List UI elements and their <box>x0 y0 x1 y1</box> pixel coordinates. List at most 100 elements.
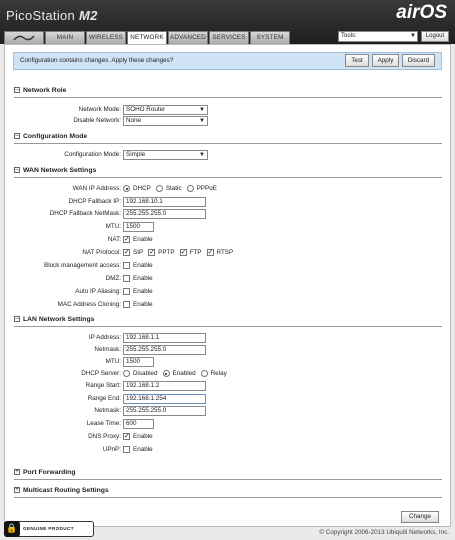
lan-netmask-input[interactable]: 255.255.255.0 <box>123 344 206 355</box>
lan-ip-input[interactable]: 192.168.1.1 <box>123 332 206 343</box>
nat-rtsp-checkbox[interactable] <box>206 248 214 256</box>
expand-icon: + <box>14 469 20 476</box>
dhcp-disabled-radio[interactable] <box>123 370 130 377</box>
notice-text: Configuration contains changes. Apply th… <box>20 57 174 64</box>
dns-proxy-checkbox[interactable] <box>123 432 130 440</box>
apply-button[interactable]: Apply <box>372 54 399 67</box>
collapse-icon: – <box>14 87 20 94</box>
chevron-down-icon: ▼ <box>199 106 205 113</box>
tab-ubnt-logo[interactable] <box>4 31 44 44</box>
wan-static-radio[interactable] <box>155 185 163 192</box>
block-management-label: Block management access: <box>44 262 121 269</box>
collapse-icon: – <box>14 316 20 323</box>
dhcp-fallback-ip-label: DHCP Fallback IP: <box>68 198 121 205</box>
divider <box>14 479 442 480</box>
logout-button[interactable]: Logout <box>421 31 449 42</box>
section-wan-network-settings[interactable]: – WAN Network Settings <box>14 167 96 174</box>
disable-network-select[interactable]: None ▼ <box>123 115 208 126</box>
nat-sip-checkbox[interactable] <box>123 248 130 256</box>
upnp-label: UPnP: <box>102 446 121 453</box>
lease-time-label: Lease Time: <box>86 420 121 427</box>
range-start-input[interactable]: 192.168.1.2 <box>123 380 206 391</box>
dhcp-netmask-input[interactable]: 255.255.255.0 <box>123 405 206 416</box>
lan-mtu-label: MTU: <box>105 358 121 365</box>
nat-protocol-label: NAT Protocol: <box>82 249 121 256</box>
model-label: M2 <box>78 8 98 23</box>
genuine-product-text: GENUINE PRODUCT <box>23 526 74 531</box>
change-button[interactable]: Change <box>401 511 439 523</box>
ubnt-logo-icon <box>13 35 35 41</box>
wan-mtu-label: MTU: <box>105 223 121 230</box>
tools-dropdown[interactable]: Tools: ▼ <box>338 31 418 42</box>
tab-network[interactable]: NETWORK <box>127 31 167 45</box>
header: PicoStation M2 airOS MAIN WIRELESS NETWO… <box>0 0 455 45</box>
dhcp-fallback-ip-input[interactable]: 192.168.10.1 <box>123 196 206 207</box>
section-port-forwarding[interactable]: + Port Forwarding <box>14 469 76 476</box>
nat-checkbox[interactable] <box>123 235 130 243</box>
nat-pptp-checkbox[interactable] <box>148 248 156 256</box>
chevron-down-icon: ▼ <box>199 151 205 158</box>
discard-button[interactable]: Discard <box>402 54 435 67</box>
auto-ip-aliasing-label: Auto IP Aliasing: <box>75 288 121 295</box>
divider <box>14 97 442 98</box>
section-network-role[interactable]: – Network Role <box>14 87 66 94</box>
range-end-label: Range End: <box>87 395 121 402</box>
airos-logo: airOS <box>396 2 447 23</box>
tab-wireless[interactable]: WIRELESS <box>86 31 126 44</box>
product-name: PicoStation M2 <box>6 8 98 23</box>
lease-time-input[interactable]: 600 <box>123 418 154 429</box>
divider <box>14 177 442 178</box>
dhcp-server-label: DHCP Server: <box>81 370 121 377</box>
tab-bar: MAIN WIRELESS NETWORK ADVANCED SERVICES … <box>4 31 291 45</box>
section-multicast-routing[interactable]: + Multicast Routing Settings <box>14 487 109 494</box>
lan-netmask-label: Netmask: <box>94 346 121 353</box>
divider <box>14 326 442 327</box>
lan-ip-label: IP Address: <box>88 334 121 341</box>
dns-proxy-label: DNS Proxy: <box>88 433 121 440</box>
dhcp-relay-radio[interactable] <box>200 370 208 377</box>
collapse-icon: – <box>14 167 20 174</box>
wan-mtu-input[interactable]: 1500 <box>123 221 154 232</box>
dmz-label: DMZ: <box>105 275 121 282</box>
wan-ip-address-label: WAN IP Address: <box>72 185 121 192</box>
test-button[interactable]: Test <box>345 54 369 67</box>
mac-cloning-checkbox[interactable] <box>123 301 130 308</box>
nat-ftp-checkbox[interactable] <box>179 248 187 256</box>
nat-label: NAT: <box>107 236 121 243</box>
chevron-down-icon: ▼ <box>410 33 416 39</box>
divider <box>14 497 442 498</box>
upnp-checkbox[interactable] <box>123 446 130 453</box>
wan-pppoe-radio[interactable] <box>186 185 194 192</box>
dhcp-netmask-label: Netmask: <box>94 407 121 414</box>
expand-icon: + <box>14 487 20 494</box>
tab-system[interactable]: SYSTEM <box>250 31 290 44</box>
tab-services[interactable]: SERVICES <box>209 31 249 44</box>
section-configuration-mode[interactable]: – Configuration Mode <box>14 133 87 140</box>
configuration-mode-label: Configuration Mode: <box>64 151 121 158</box>
configuration-mode-select[interactable]: Simple ▼ <box>123 149 208 160</box>
dmz-checkbox[interactable] <box>123 275 130 282</box>
wan-dhcp-radio[interactable] <box>123 185 130 192</box>
block-management-checkbox[interactable] <box>123 262 130 269</box>
collapse-icon: – <box>14 133 20 140</box>
product-label: PicoStation <box>6 8 76 23</box>
auto-ip-aliasing-checkbox[interactable] <box>123 288 130 295</box>
main-panel: Configuration contains changes. Apply th… <box>4 44 451 527</box>
range-end-input[interactable]: 192.168.1.254 <box>123 393 206 404</box>
tab-main[interactable]: MAIN <box>45 31 85 44</box>
divider <box>14 143 442 144</box>
tab-advanced[interactable]: ADVANCED <box>168 31 208 44</box>
network-mode-select[interactable]: SOHO Router ▼ <box>123 104 208 115</box>
mac-cloning-label: MAC Address Cloning: <box>57 301 121 308</box>
chevron-down-icon: ▼ <box>199 117 205 124</box>
genuine-product-badge: 🔒 GENUINE PRODUCT <box>4 521 94 537</box>
disable-network-label: Disable Network: <box>73 117 121 124</box>
dhcp-fallback-netmask-input[interactable]: 255.255.255.0 <box>123 208 206 219</box>
lock-icon: 🔒 <box>4 521 20 537</box>
dhcp-enabled-radio[interactable] <box>162 370 170 377</box>
copyright: © Copyright 2006-2013 Ubiquiti Networks,… <box>319 529 449 536</box>
lan-mtu-input[interactable]: 1500 <box>123 356 154 367</box>
network-mode-label: Network Mode: <box>78 106 121 113</box>
section-lan-network-settings[interactable]: – LAN Network Settings <box>14 316 94 323</box>
dhcp-fallback-netmask-label: DHCP Fallback NetMask: <box>49 210 121 217</box>
